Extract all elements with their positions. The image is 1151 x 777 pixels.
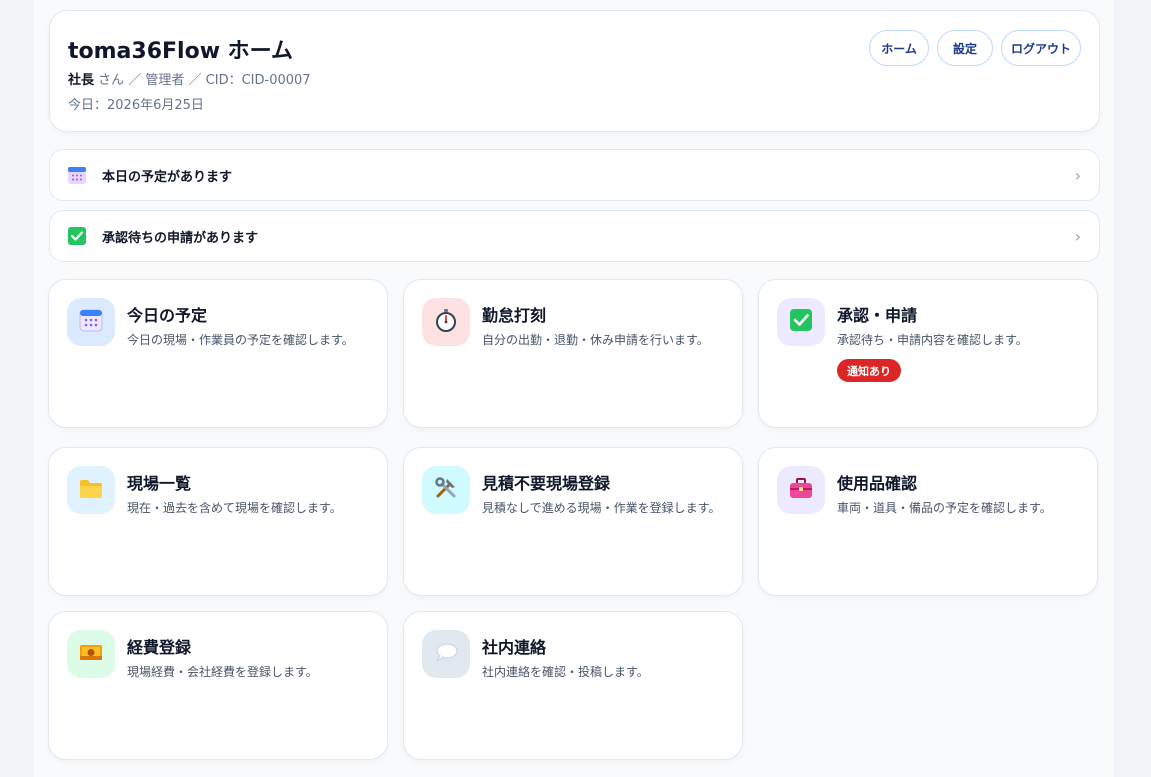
notification-badge: 通知あり bbox=[837, 359, 901, 382]
card-icon-box bbox=[67, 466, 115, 514]
card-title: 使用品確認 bbox=[837, 474, 918, 493]
card-today-schedule[interactable]: 今日の予定 今日の現場・作業員の予定を確認します。 bbox=[48, 279, 388, 428]
calendar-icon bbox=[67, 165, 87, 185]
card-icon-box bbox=[67, 630, 115, 678]
card-icon-box bbox=[777, 466, 825, 514]
card-title: 承認・申請 bbox=[837, 306, 918, 325]
logout-button[interactable]: ログアウト bbox=[1001, 30, 1081, 66]
folder-icon bbox=[78, 475, 104, 505]
card-title: 勤怠打刻 bbox=[482, 306, 547, 325]
today-date: 今日：2026年6月25日 bbox=[68, 98, 204, 113]
card-description: 現在・過去を含めて現場を確認します。 bbox=[127, 501, 342, 515]
check-box-icon bbox=[67, 226, 87, 246]
card-icon-box bbox=[422, 630, 470, 678]
card-description: 現場経費・会社経費を登録します。 bbox=[127, 665, 318, 679]
page: toma36Flow ホーム 社長 さん ／ 管理者 ／ CID：CID-000… bbox=[34, 0, 1114, 777]
card-expense[interactable]: 経費登録 現場経費・会社経費を登録します。 bbox=[48, 611, 388, 760]
calendar-icon bbox=[78, 307, 104, 337]
user-name: 社長 bbox=[68, 73, 95, 88]
alert-label: 承認待ちの申請があります bbox=[102, 230, 259, 246]
card-title: 見積不要現場登録 bbox=[482, 474, 611, 493]
alert-pending-approval[interactable]: 承認待ちの申請があります › bbox=[49, 210, 1100, 262]
card-icon-box bbox=[422, 466, 470, 514]
header-nav: ホーム 設定 ログアウト bbox=[869, 30, 1081, 66]
check-box-icon bbox=[788, 307, 814, 337]
alert-label: 本日の予定があります bbox=[102, 169, 233, 185]
card-description: 見積なしで進める現場・作業を登録します。 bbox=[482, 501, 721, 515]
speech-bubble-icon bbox=[433, 639, 459, 669]
card-description: 承認待ち・申請内容を確認します。 bbox=[837, 333, 1028, 347]
money-icon bbox=[78, 639, 104, 669]
alert-today-schedule[interactable]: 本日の予定があります › bbox=[49, 149, 1100, 201]
chevron-right-icon: › bbox=[1074, 226, 1081, 246]
card-attendance[interactable]: 勤怠打刻 自分の出勤・退勤・休み申請を行います。 bbox=[403, 279, 743, 428]
card-description: 自分の出勤・退勤・休み申請を行います。 bbox=[482, 333, 709, 347]
page-title: toma36Flow ホーム bbox=[68, 39, 294, 64]
card-site-registration[interactable]: 見積不要現場登録 見積なしで進める現場・作業を登録します。 bbox=[403, 447, 743, 596]
card-icon-box bbox=[777, 298, 825, 346]
card-approval[interactable]: 承認・申請 承認待ち・申請内容を確認します。 通知あり bbox=[758, 279, 1098, 428]
card-icon-box bbox=[422, 298, 470, 346]
header-panel: toma36Flow ホーム 社長 さん ／ 管理者 ／ CID：CID-000… bbox=[49, 10, 1100, 132]
card-title: 経費登録 bbox=[127, 638, 192, 657]
card-description: 車両・道具・備品の予定を確認します。 bbox=[837, 501, 1052, 515]
stopwatch-icon bbox=[433, 307, 459, 337]
card-description: 社内連絡を確認・投稿します。 bbox=[482, 665, 649, 679]
card-title: 社内連絡 bbox=[482, 638, 547, 657]
card-title: 現場一覧 bbox=[127, 474, 192, 493]
card-equipment[interactable]: 使用品確認 車両・道具・備品の予定を確認します。 bbox=[758, 447, 1098, 596]
card-icon-box bbox=[67, 298, 115, 346]
tools-icon bbox=[433, 475, 459, 505]
user-info: 社長 さん ／ 管理者 ／ CID：CID-00007 bbox=[68, 69, 311, 88]
toolbox-icon bbox=[788, 475, 814, 505]
settings-button[interactable]: 設定 bbox=[937, 30, 993, 66]
card-description: 今日の現場・作業員の予定を確認します。 bbox=[127, 333, 354, 347]
card-title: 今日の予定 bbox=[127, 306, 208, 325]
card-site-list[interactable]: 現場一覧 現在・過去を含めて現場を確認します。 bbox=[48, 447, 388, 596]
home-button[interactable]: ホーム bbox=[869, 30, 929, 66]
card-internal-contact[interactable]: 社内連絡 社内連絡を確認・投稿します。 bbox=[403, 611, 743, 760]
user-role-cid: さん ／ 管理者 ／ CID：CID-00007 bbox=[94, 73, 311, 88]
chevron-right-icon: › bbox=[1074, 165, 1081, 185]
